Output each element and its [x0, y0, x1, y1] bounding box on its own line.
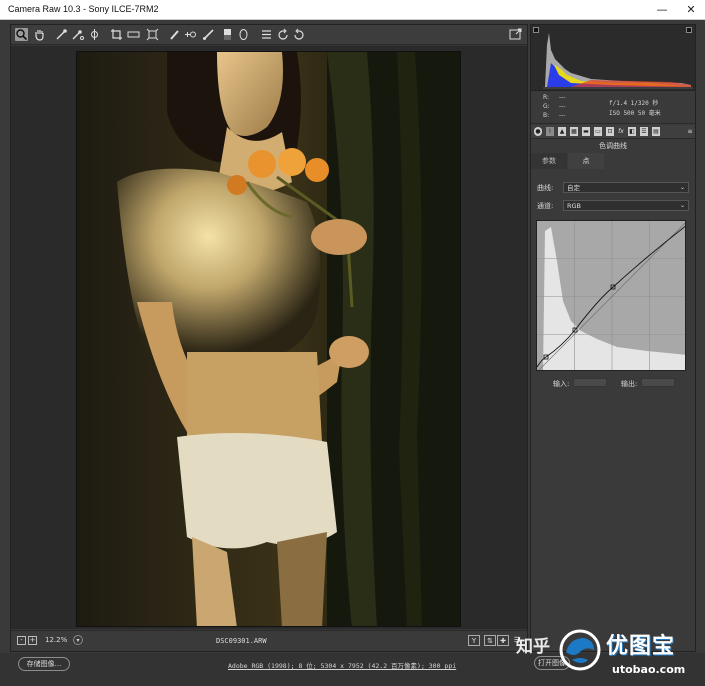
right-panel: R: --- G: --- B: --- f/1.4 1/320 秒 ISO 5… [530, 24, 696, 652]
curve-select-value: 自定 [567, 184, 580, 192]
histogram [531, 25, 695, 91]
before-after-toggle-button[interactable]: ⇅ [484, 635, 496, 646]
zoom-out-button[interactable]: - [17, 636, 26, 645]
panel-tabs: ● ⌇ ▲ ▦ ▬ ▭ ⊡ fx ◧ ☰ ▤ ≡ [531, 125, 695, 139]
close-button[interactable]: ✕ [677, 0, 705, 20]
lens-corrections-tab-icon[interactable]: ▭ [594, 127, 602, 136]
straighten-tool-icon[interactable] [127, 28, 140, 41]
tool-bar [11, 25, 527, 45]
zhihu-watermark: 知乎 [516, 637, 550, 657]
r-label: R: [543, 94, 550, 101]
input-label: 输入: [553, 380, 570, 388]
graduated-filter-tool-icon[interactable] [221, 28, 234, 41]
split-toning-tab-icon[interactable]: ▬ [582, 127, 590, 136]
targeted-adjustment-tool-icon[interactable] [88, 28, 101, 41]
hsl-tab-icon[interactable]: ▦ [570, 127, 578, 136]
iso-focal: ISO 500 50 毫米 [609, 110, 661, 117]
section-title: 色调曲线 [599, 142, 627, 150]
transform-tab-icon[interactable]: ⊡ [606, 127, 614, 136]
aperture-shutter: f/1.4 1/320 秒 [609, 100, 659, 107]
zoom-dropdown-icon[interactable]: ▾ [73, 635, 83, 645]
workspace: - + 12.2% ▾ DSC09301.ARW Y ⇅ ✚ ☰ [10, 24, 528, 652]
transform-tool-icon[interactable] [146, 28, 159, 41]
chevron-down-icon: ⌄ [679, 202, 685, 209]
status-bar: - + 12.2% ▾ DSC09301.ARW Y ⇅ ✚ ☰ [11, 630, 527, 651]
before-after-y-button[interactable]: Y [468, 635, 480, 646]
crop-tool-icon[interactable] [110, 28, 123, 41]
b-value: --- [559, 112, 566, 119]
camera-info: R: --- G: --- B: --- f/1.4 1/320 秒 ISO 5… [531, 91, 695, 124]
tone-curve-tab-icon[interactable]: ⌇ [546, 127, 554, 136]
zoom-level: 12.2% [45, 636, 68, 644]
g-value: --- [559, 103, 566, 110]
camera-calibration-tab-icon[interactable]: ◧ [628, 127, 636, 136]
snapshots-tab-icon[interactable]: ▤ [652, 127, 660, 136]
window-title: Camera Raw 10.3 - Sony ILCE-7RM2 [8, 4, 159, 14]
input-field[interactable] [573, 378, 607, 387]
channel-label: 通道: [537, 202, 554, 210]
basic-tab-icon[interactable]: ● [534, 127, 542, 136]
adjustment-brush-tool-icon[interactable] [202, 28, 215, 41]
g-label: G: [543, 103, 550, 110]
channel-select-value: RGB [567, 202, 582, 210]
red-eye-tool-icon[interactable] [184, 28, 197, 41]
channel-select[interactable]: RGB ⌄ [563, 200, 689, 211]
rotate-right-icon[interactable] [292, 28, 305, 41]
output-label: 输出: [621, 380, 638, 388]
curve-label: 曲线: [537, 184, 554, 192]
utobao-url: utobao.com [612, 663, 686, 676]
panel-menu-icon[interactable]: ≡ [686, 127, 694, 136]
white-balance-tool-icon[interactable] [55, 28, 68, 41]
zoom-in-button[interactable]: + [28, 636, 37, 645]
spot-removal-tool-icon[interactable] [168, 28, 181, 41]
fullscreen-icon[interactable] [509, 28, 522, 41]
photo-preview [76, 51, 461, 627]
save-image-button[interactable]: 存储图像... [18, 657, 70, 671]
image-canvas[interactable] [11, 46, 527, 629]
color-sampler-tool-icon[interactable] [71, 28, 84, 41]
curve-select[interactable]: 自定 ⌄ [563, 182, 689, 193]
curve-subtabs: 参数 点 [531, 153, 695, 169]
workflow-options-link[interactable]: Adobe RGB (1998); 8 位; 5304 x 7952 (42.2… [228, 660, 456, 670]
r-value: --- [559, 94, 566, 101]
before-after-copy-button[interactable]: ✚ [497, 635, 509, 646]
detail-tab-icon[interactable]: ▲ [558, 127, 566, 136]
minimize-button[interactable]: — [648, 0, 676, 20]
utobao-brand: 优图宝 [606, 634, 676, 659]
b-label: B: [543, 112, 550, 119]
tab-point[interactable]: 点 [568, 153, 604, 169]
file-name: DSC09301.ARW [216, 637, 267, 645]
rotate-left-icon[interactable] [277, 28, 290, 41]
utobao-logo-icon [559, 629, 601, 671]
chevron-down-icon: ⌄ [679, 184, 685, 191]
presets-tab-icon[interactable]: ☰ [640, 127, 648, 136]
tab-parametric[interactable]: 参数 [531, 153, 567, 169]
radial-filter-tool-icon[interactable] [237, 28, 250, 41]
preferences-tool-icon[interactable] [260, 28, 273, 41]
effects-tab-icon[interactable]: fx [617, 127, 625, 136]
output-field[interactable] [641, 378, 675, 387]
title-bar: Camera Raw 10.3 - Sony ILCE-7RM2 — ✕ [0, 0, 705, 20]
zoom-tool-icon[interactable] [15, 28, 28, 41]
tone-curve-editor[interactable] [536, 220, 686, 371]
hand-tool-icon[interactable] [33, 28, 46, 41]
